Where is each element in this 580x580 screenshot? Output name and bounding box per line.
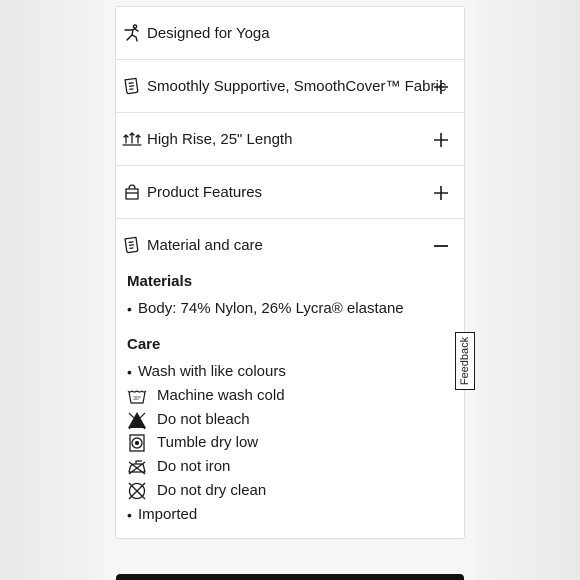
accordion-label: Material and care <box>147 237 263 254</box>
backdrop-right <box>476 0 580 580</box>
fabric-tag-icon <box>122 76 142 96</box>
care-item-machine-wash: 30° Machine wash cold <box>127 386 285 406</box>
feedback-tab[interactable]: Feedback <box>455 332 475 390</box>
care-item-imported: • Imported <box>127 506 198 523</box>
collapse-minus-icon[interactable] <box>431 236 451 256</box>
care-item-wash-like-colours: • Wash with like colours <box>127 363 286 380</box>
tumble-dry-low-icon <box>127 433 147 453</box>
accordion-label: Designed for Yoga <box>147 25 270 42</box>
expand-plus-icon[interactable] <box>431 183 451 203</box>
add-to-bag-bar[interactable] <box>116 574 464 580</box>
accordion-label: Smoothly Supportive, SmoothCover™ Fabric <box>147 78 447 95</box>
accordion-item-material-and-care[interactable]: Material and care <box>116 219 464 272</box>
backdrop-left <box>0 0 104 580</box>
accordion-label: High Rise, 25" Length <box>147 131 293 148</box>
rise-length-icon <box>122 129 142 149</box>
accordion-label: Product Features <box>147 184 263 201</box>
care-item-no-iron: Do not iron <box>127 457 230 477</box>
care-item-tumble-dry: Tumble dry low <box>127 433 258 453</box>
accordion-item-fabric[interactable]: Smoothly Supportive, SmoothCover™ Fabric <box>116 60 464 113</box>
features-bag-icon <box>122 182 142 202</box>
yoga-pose-icon <box>122 23 142 43</box>
expand-plus-icon[interactable] <box>431 77 451 97</box>
care-item-no-dry-clean: Do not dry clean <box>127 481 266 501</box>
materials-item: • Body: 74% Nylon, 26% Lycra® elastane <box>127 300 404 317</box>
accordion-item-designed-for-yoga: Designed for Yoga <box>116 7 464 60</box>
feedback-label: Feedback <box>459 336 471 386</box>
materials-heading: Materials <box>127 273 193 290</box>
care-item-no-bleach: Do not bleach <box>127 410 250 430</box>
do-not-bleach-icon <box>127 410 147 430</box>
accordion-item-high-rise[interactable]: High Rise, 25" Length <box>116 113 464 166</box>
care-heading: Care <box>127 336 161 353</box>
fabric-tag-icon <box>122 235 142 255</box>
product-details-accordion: Designed for Yoga Smoothly Supportive, S… <box>115 6 465 539</box>
expand-plus-icon[interactable] <box>431 130 451 150</box>
do-not-iron-icon <box>127 457 147 477</box>
do-not-dry-clean-icon <box>127 481 147 501</box>
machine-wash-cold-icon: 30° <box>127 386 147 406</box>
svg-text:30°: 30° <box>133 396 141 402</box>
accordion-item-product-features[interactable]: Product Features <box>116 166 464 219</box>
